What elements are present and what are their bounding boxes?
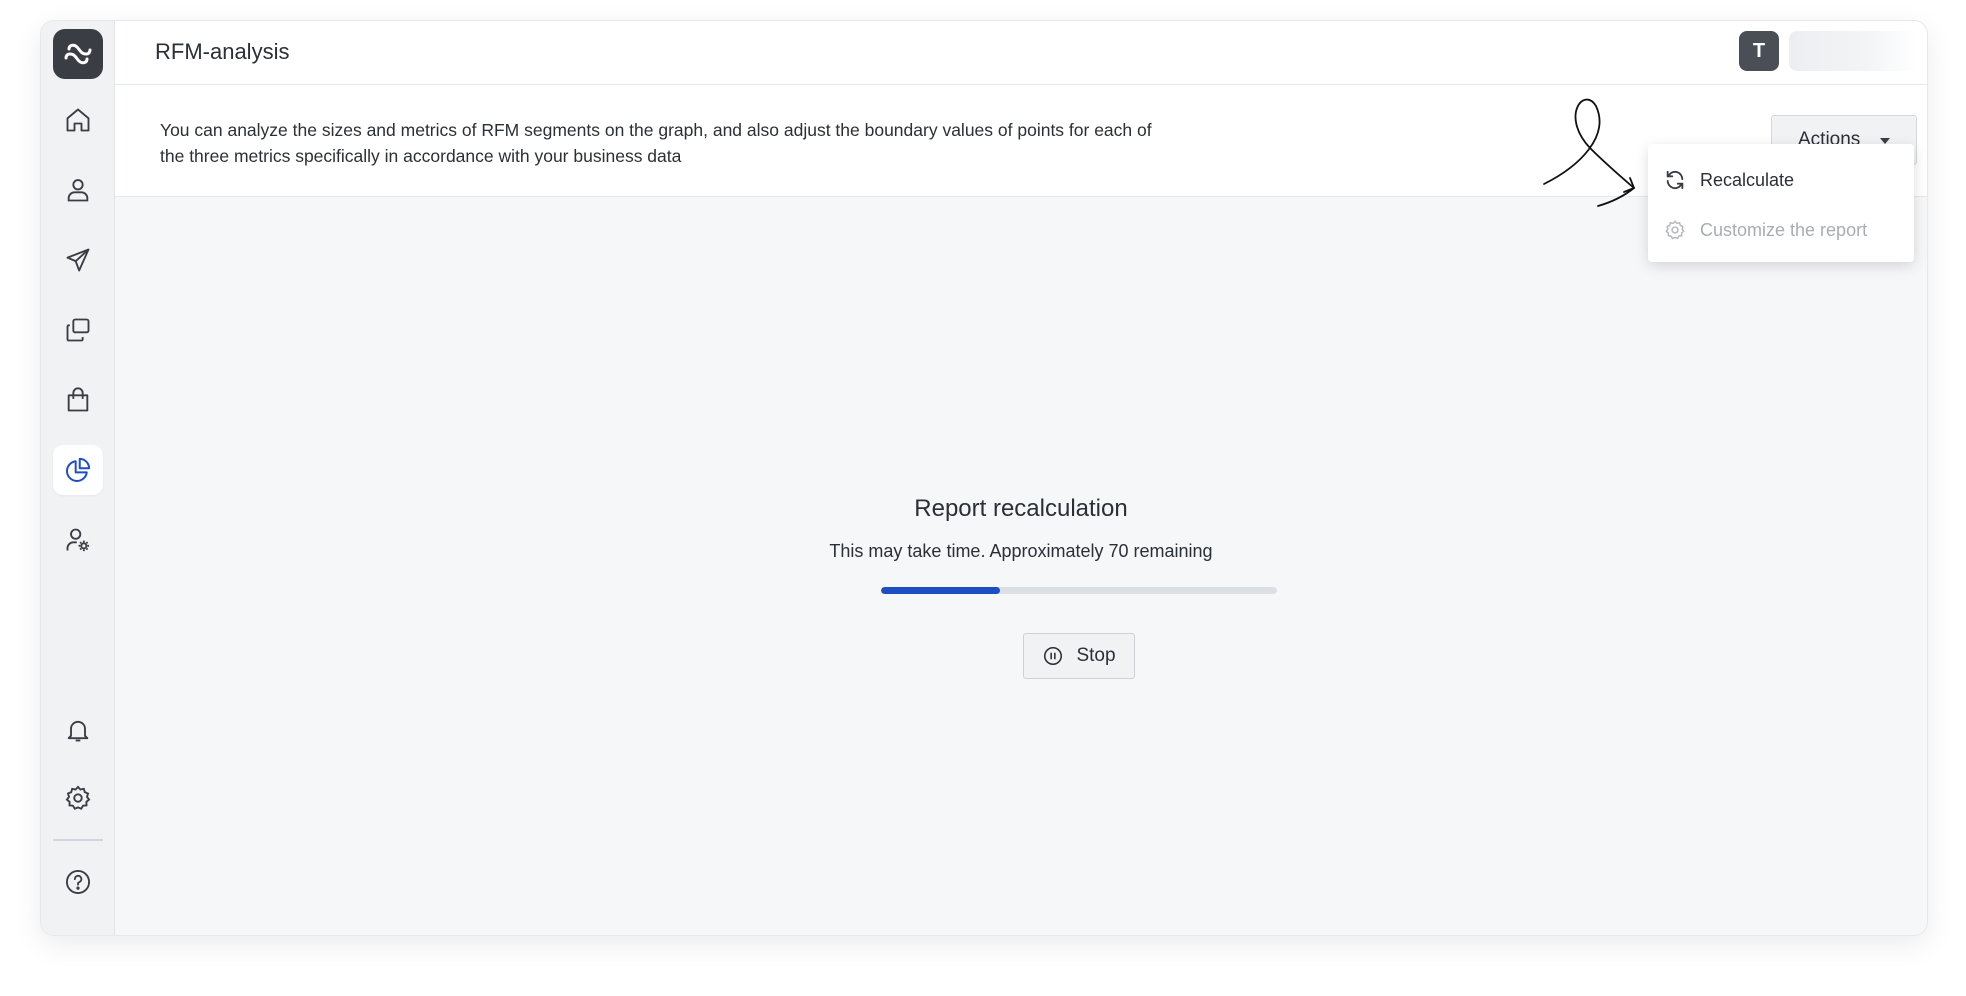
- logo-icon: [64, 43, 92, 65]
- main-content: Report recalculation This may take time.…: [115, 197, 1927, 935]
- progress-bar: [881, 587, 1277, 594]
- send-icon: [66, 248, 90, 272]
- menu-item-customize-report: Customize the report: [1648, 210, 1914, 250]
- app-logo[interactable]: [53, 29, 103, 79]
- avatar[interactable]: T: [1739, 31, 1779, 71]
- shopping-bag-icon: [67, 387, 89, 412]
- sidebar-item-shop[interactable]: [53, 375, 103, 425]
- sidebar-item-user-settings[interactable]: [53, 515, 103, 565]
- menu-item-label: Recalculate: [1700, 169, 1795, 190]
- progress-bar-fill: [881, 587, 1000, 594]
- sidebar-item-home[interactable]: [53, 95, 103, 145]
- actions-dropdown-menu: Recalculate Customize the report: [1648, 144, 1914, 262]
- sidebar-item-customers[interactable]: [53, 165, 103, 215]
- sidebar-item-campaigns[interactable]: [53, 235, 103, 285]
- user-name-redacted[interactable]: [1789, 31, 1917, 71]
- recalculation-title: Report recalculation: [914, 495, 1128, 522]
- page-description: You can analyze the sizes and metrics of…: [160, 120, 1152, 166]
- sidebar: [41, 21, 115, 935]
- pie-chart-icon: [66, 457, 91, 482]
- sidebar-item-help[interactable]: [53, 857, 103, 907]
- sidebar-item-content[interactable]: [53, 305, 103, 355]
- help-icon: [65, 869, 91, 895]
- hand-drawn-arrow-annotation: [1543, 98, 1635, 207]
- gear-icon: [65, 785, 91, 810]
- pause-circle-icon: [1044, 646, 1063, 666]
- copy-icon: [66, 318, 90, 342]
- home-icon: [66, 108, 90, 132]
- recalculation-subtitle: This may take time. Approximately 70 rem…: [829, 541, 1213, 561]
- stop-button-label: Stop: [1076, 645, 1116, 666]
- header: RFM-analysis T: [115, 21, 1927, 85]
- menu-item-label: Customize the report: [1700, 219, 1868, 240]
- stop-button[interactable]: Stop: [1023, 633, 1135, 679]
- sidebar-item-settings[interactable]: [53, 773, 103, 823]
- sidebar-item-notifications[interactable]: [53, 705, 103, 755]
- menu-item-recalculate[interactable]: Recalculate: [1648, 160, 1914, 200]
- sidebar-divider: [53, 839, 103, 841]
- user-icon: [67, 179, 89, 202]
- gear-icon: [1665, 220, 1685, 240]
- page-title: RFM-analysis: [155, 39, 290, 64]
- sidebar-item-analytics[interactable]: [53, 445, 103, 495]
- user-gear-icon: [66, 528, 90, 552]
- refresh-icon: [1666, 170, 1684, 190]
- bell-icon: [67, 720, 89, 742]
